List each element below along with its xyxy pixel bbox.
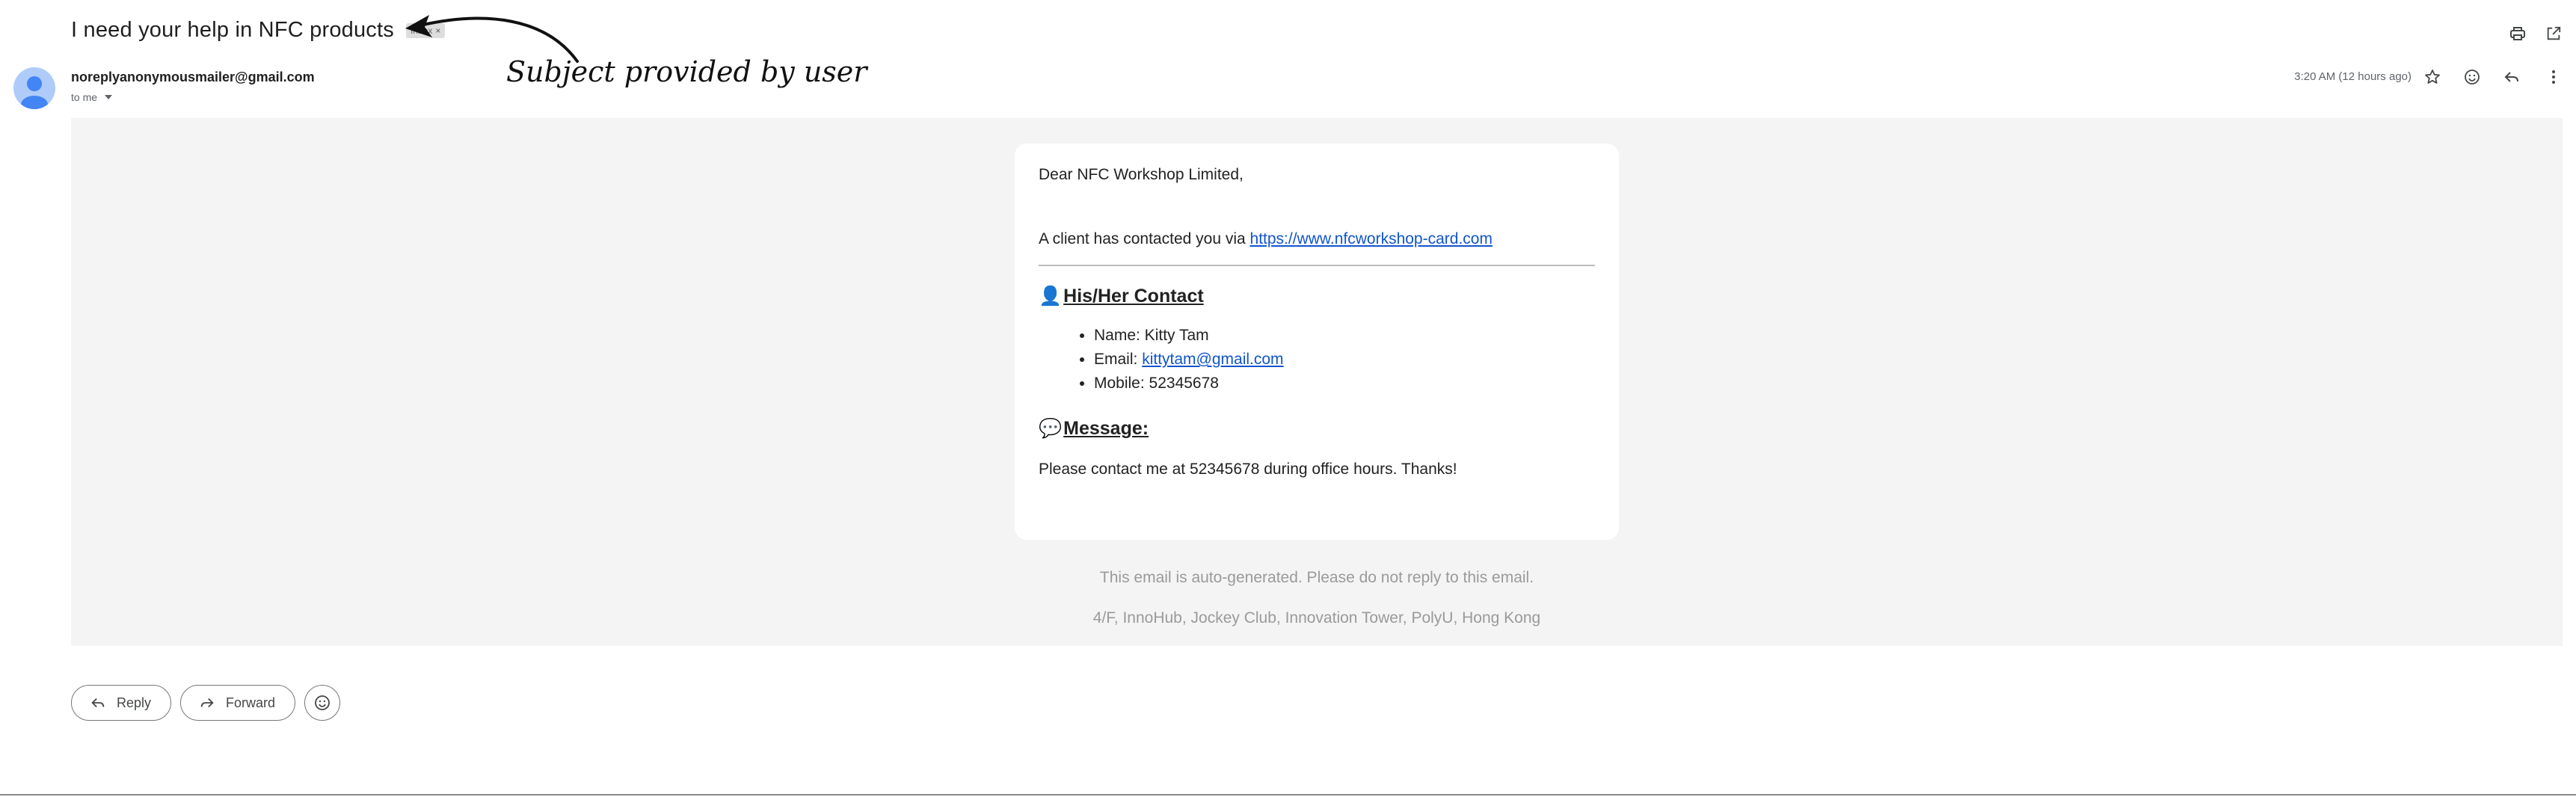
contact-source-prefix: A client has contacted you via [1039, 230, 1250, 247]
avatar-person-icon [21, 76, 48, 109]
message-greeting: Dear NFC Workshop Limited, [1039, 166, 1244, 183]
recipient-details[interactable]: to me [71, 91, 113, 103]
speech-bubble-icon: 💬 [1039, 418, 1063, 439]
star-icon [2425, 70, 2440, 84]
forward-button[interactable]: Forward [180, 685, 296, 721]
annotation-label: Subject provided by user [506, 55, 867, 88]
email-view: I need your help in NFC products Inbox ×… [0, 0, 2576, 797]
contact-section-heading: 👤 His/Her Contact [1039, 286, 1595, 307]
star-button[interactable] [2420, 64, 2445, 90]
contact-email-link[interactable]: kittytam@gmail.com [1142, 351, 1283, 368]
reply-actions: Reply Forward [71, 685, 341, 721]
open-in-new-window-icon [2547, 26, 2561, 40]
reply-label: Reply [117, 695, 152, 710]
print-icon [2510, 27, 2525, 40]
sender-email[interactable]: noreplyanonymousmailer@gmail.com [71, 70, 315, 85]
auto-generated-notice: This email is auto-generated. Please do … [1099, 569, 1534, 586]
forward-label: Forward [226, 695, 276, 710]
open-in-new-window-button[interactable] [2541, 21, 2566, 46]
person-icon: 👤 [1039, 286, 1063, 307]
message-heading-label: Message: [1063, 418, 1149, 439]
reply-icon [2504, 72, 2518, 82]
divider [1039, 265, 1595, 266]
footer-address: 4/F, InnoHub, Jockey Club, Innovation To… [1092, 609, 1541, 627]
reply-icon [91, 698, 105, 708]
forward-icon [200, 698, 214, 708]
email-message-card: Dear NFC Workshop Limited, A client has … [1015, 144, 1619, 540]
contact-source-line: A client has contacted you via https://w… [1039, 230, 1595, 248]
print-button[interactable] [2505, 21, 2530, 46]
contact-email-prefix: Email: [1094, 351, 1143, 368]
message-section-heading: 💬 Message: [1039, 418, 1595, 440]
emoji-reaction-button[interactable] [2459, 64, 2485, 90]
chevron-down-icon[interactable] [105, 95, 113, 99]
email-timestamp: 3:20 AM (12 hours ago) [2294, 70, 2411, 83]
contact-list: Name: Kitty Tam Email: kittytam@gmail.co… [1039, 324, 1595, 396]
reply-icon-button[interactable] [2499, 64, 2524, 90]
recipient-label: to me [71, 91, 98, 103]
emoji-icon [315, 695, 330, 710]
bottom-divider [0, 794, 2576, 796]
contact-heading-label: His/Her Contact [1063, 286, 1204, 307]
more-vertical-icon [2552, 70, 2555, 84]
subject-row: I need your help in NFC products Inbox × [71, 18, 446, 43]
contact-name: Name: Kitty Tam [1094, 324, 1595, 348]
contact-email: Email: kittytam@gmail.com [1094, 348, 1595, 372]
emoji-icon [2465, 70, 2480, 84]
contact-mobile: Mobile: 52345678 [1094, 372, 1595, 396]
emoji-reaction-bottom-button[interactable] [304, 685, 341, 721]
reply-button[interactable]: Reply [71, 685, 172, 721]
sender-avatar[interactable] [13, 67, 55, 109]
more-options-button[interactable] [2541, 64, 2566, 90]
client-message: Please contact me at 52345678 during off… [1039, 461, 1457, 478]
email-subject: I need your help in NFC products [71, 18, 394, 42]
website-link[interactable]: https://www.nfcworkshop-card.com [1250, 230, 1493, 247]
